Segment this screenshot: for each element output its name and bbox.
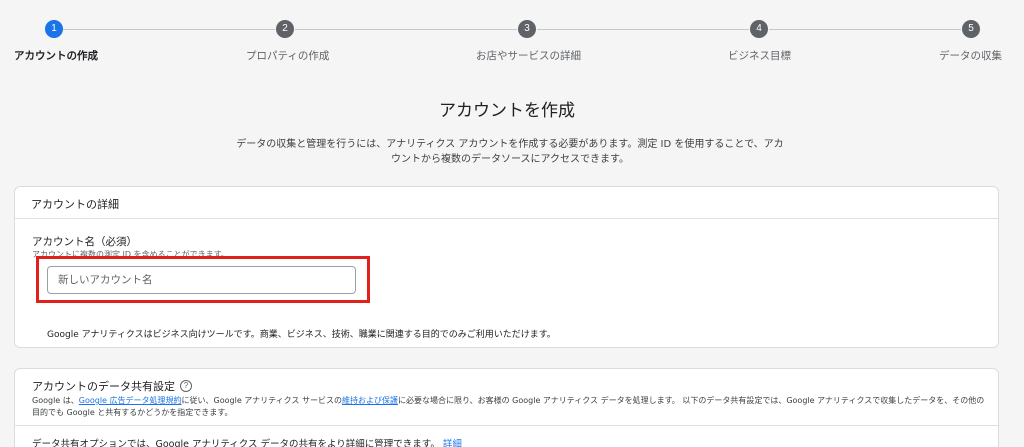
data-sharing-title-row: アカウントのデータ共有設定 ? (32, 378, 192, 394)
step-3-label[interactable]: お店やサービスの詳細 (476, 48, 581, 63)
stepper-connector (295, 29, 517, 30)
account-name-label: アカウント名（必須） (32, 236, 137, 248)
help-icon[interactable]: ? (180, 380, 192, 392)
data-sharing-description: Google は、Google 広告データ処理規約に従い、Google アナリテ… (32, 395, 992, 419)
data-sharing-card: アカウントのデータ共有設定 ? Google は、Google 広告データ処理規… (14, 368, 999, 447)
ads-data-processing-terms-link[interactable]: Google 広告データ処理規約 (79, 396, 182, 405)
account-name-input[interactable] (47, 266, 356, 294)
setup-stepper: 1 2 3 4 5 アカウントの作成 プロパティの作成 お店やサービスの詳細 ビ… (0, 0, 1024, 70)
divider (15, 425, 998, 426)
data-sharing-desc-text: に従い、Google アナリティクス サービスの (181, 396, 342, 405)
data-sharing-options-text: データ共有オプションでは、Google アナリティクス データの共有をより詳細に… (32, 439, 440, 447)
data-sharing-title: アカウントのデータ共有設定 (32, 380, 175, 393)
stepper-connector (63, 29, 275, 30)
step-4-indicator[interactable]: 4 (750, 20, 768, 38)
page-description: データの収集と管理を行うには、アナリティクス アカウントを作成する必要があります… (236, 139, 784, 165)
step-1-label[interactable]: アカウントの作成 (14, 48, 98, 63)
account-details-card: アカウントの詳細 アカウント名（必須） アカウントに複数の測定 ID を含めるこ… (14, 186, 999, 348)
account-name-hint: アカウントに複数の測定 ID を含めることができます。 (32, 250, 229, 259)
step-2-indicator[interactable]: 2 (276, 20, 294, 38)
stepper-connector (537, 29, 749, 30)
step-5-indicator[interactable]: 5 (962, 20, 980, 38)
step-1-indicator[interactable]: 1 (45, 20, 63, 38)
maintain-and-protect-link[interactable]: 維持および保護 (342, 396, 398, 405)
step-4-label[interactable]: ビジネス目標 (728, 48, 791, 63)
data-sharing-options: データ共有オプションでは、Google アナリティクス データの共有をより詳細に… (32, 436, 462, 447)
stepper-connector (769, 29, 961, 30)
step-2-label[interactable]: プロパティの作成 (246, 48, 329, 63)
step-5-label[interactable]: データの収集 (939, 48, 1002, 63)
business-use-notice: Google アナリティクスはビジネス向けツールです。商業、ビジネス、技術、職業… (47, 330, 556, 340)
data-sharing-desc-text: Google は、 (32, 396, 79, 405)
step-3-indicator[interactable]: 3 (518, 20, 536, 38)
page-title: アカウントを作成 (439, 101, 575, 121)
account-details-title: アカウントの詳細 (15, 187, 998, 219)
create-account-page: 1 2 3 4 5 アカウントの作成 プロパティの作成 お店やサービスの詳細 ビ… (0, 0, 1024, 447)
learn-more-link[interactable]: 詳細 (443, 439, 462, 447)
